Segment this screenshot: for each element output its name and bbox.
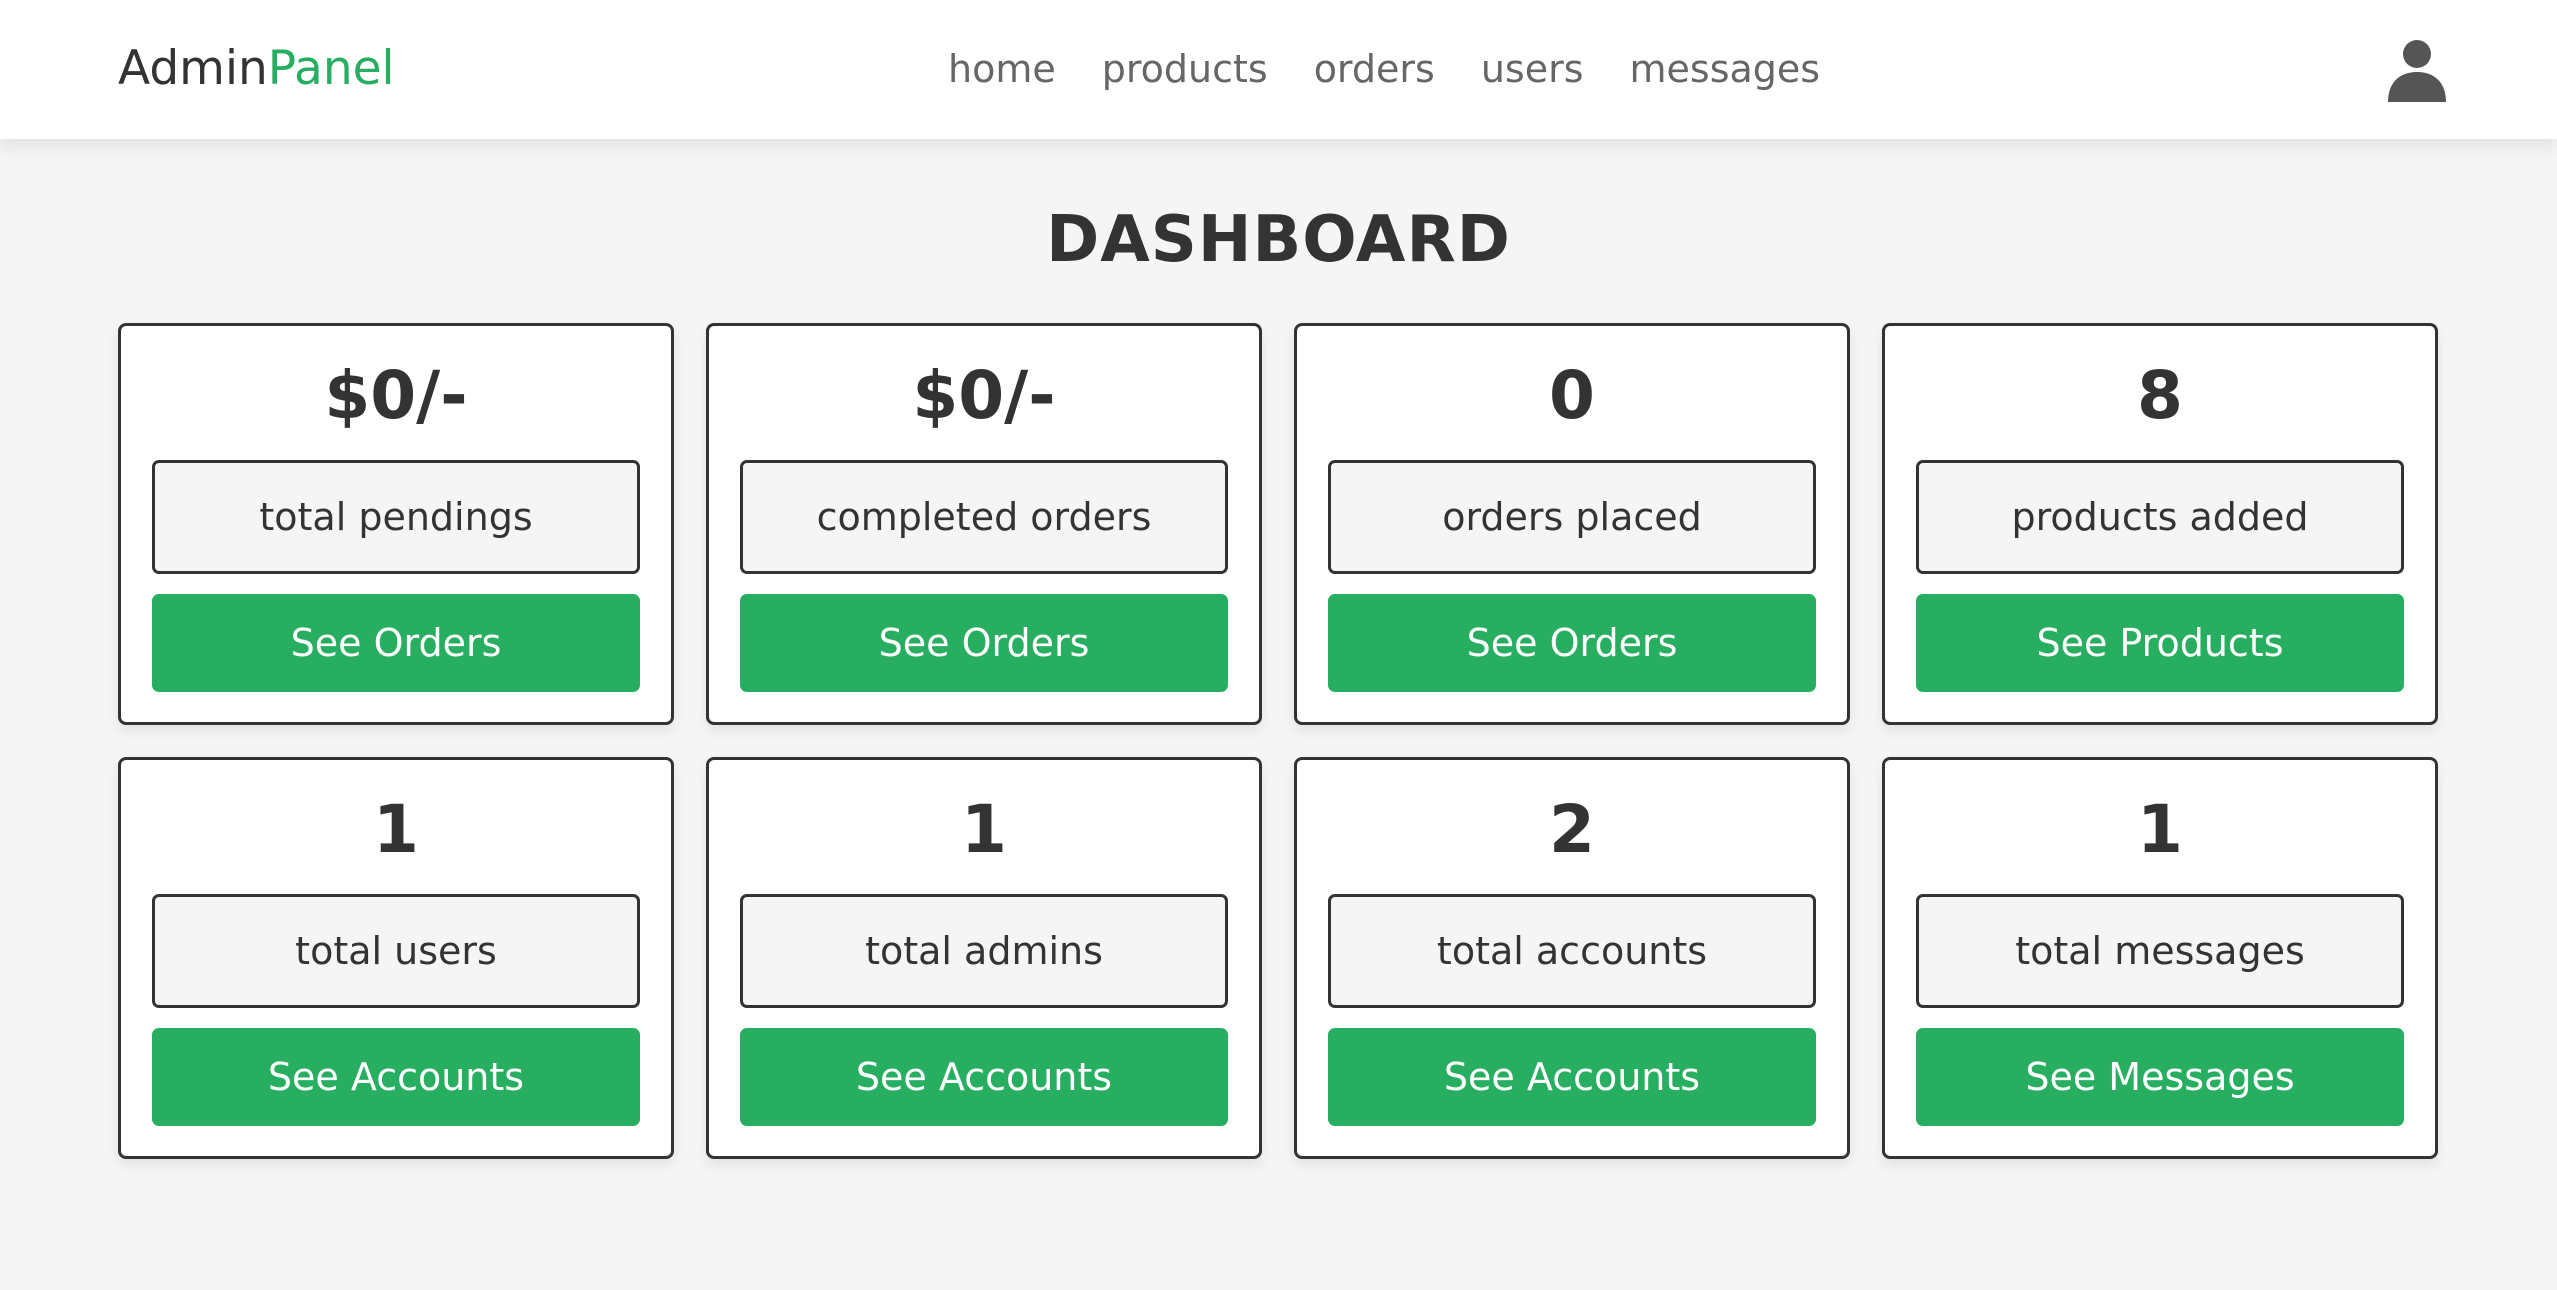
card-label: products added bbox=[1916, 460, 2404, 574]
logo[interactable]: AdminPanel bbox=[118, 39, 395, 99]
logo-main-text: Admin bbox=[118, 41, 268, 96]
see-orders-button[interactable]: See Orders bbox=[740, 594, 1228, 692]
see-messages-button[interactable]: See Messages bbox=[1916, 1028, 2404, 1126]
card-value: 8 bbox=[2137, 357, 2183, 434]
nav-messages[interactable]: messages bbox=[1630, 43, 1821, 95]
card-value: $0/- bbox=[912, 357, 1056, 434]
see-accounts-button[interactable]: See Accounts bbox=[740, 1028, 1228, 1126]
card-value: 2 bbox=[1549, 791, 1595, 868]
card-total-accounts: 2 total accounts See Accounts bbox=[1294, 757, 1850, 1159]
card-value: $0/- bbox=[324, 357, 468, 434]
nav-users[interactable]: users bbox=[1481, 43, 1584, 95]
page-title: DASHBOARD bbox=[1046, 203, 1511, 277]
logo-accent-text: Panel bbox=[267, 41, 395, 96]
user-icon[interactable] bbox=[2384, 36, 2450, 102]
main-nav: home products orders users messages bbox=[948, 43, 1820, 95]
card-label: orders placed bbox=[1328, 460, 1816, 574]
card-label: total admins bbox=[740, 894, 1228, 1008]
header: AdminPanel home products orders users me… bbox=[0, 0, 2557, 139]
see-orders-button[interactable]: See Orders bbox=[1328, 594, 1816, 692]
card-label: total pendings bbox=[152, 460, 640, 574]
card-value: 1 bbox=[373, 791, 419, 868]
card-completed-orders: $0/- completed orders See Orders bbox=[706, 323, 1262, 725]
nav-products[interactable]: products bbox=[1102, 43, 1268, 95]
card-total-messages: 1 total messages See Messages bbox=[1882, 757, 2438, 1159]
card-orders-placed: 0 orders placed See Orders bbox=[1294, 323, 1850, 725]
card-value: 1 bbox=[2137, 791, 2183, 868]
see-products-button[interactable]: See Products bbox=[1916, 594, 2404, 692]
card-label: total users bbox=[152, 894, 640, 1008]
card-products-added: 8 products added See Products bbox=[1882, 323, 2438, 725]
card-label: completed orders bbox=[740, 460, 1228, 574]
see-orders-button[interactable]: See Orders bbox=[152, 594, 640, 692]
nav-orders[interactable]: orders bbox=[1314, 43, 1435, 95]
card-label: total messages bbox=[1916, 894, 2404, 1008]
card-value: 0 bbox=[1549, 357, 1595, 434]
see-accounts-button[interactable]: See Accounts bbox=[1328, 1028, 1816, 1126]
card-total-users: 1 total users See Accounts bbox=[118, 757, 674, 1159]
card-total-admins: 1 total admins See Accounts bbox=[706, 757, 1262, 1159]
nav-home[interactable]: home bbox=[948, 43, 1056, 95]
see-accounts-button[interactable]: See Accounts bbox=[152, 1028, 640, 1126]
card-total-pendings: $0/- total pendings See Orders bbox=[118, 323, 674, 725]
card-label: total accounts bbox=[1328, 894, 1816, 1008]
dashboard-grid: $0/- total pendings See Orders $0/- comp… bbox=[118, 323, 2438, 1159]
card-value: 1 bbox=[961, 791, 1007, 868]
